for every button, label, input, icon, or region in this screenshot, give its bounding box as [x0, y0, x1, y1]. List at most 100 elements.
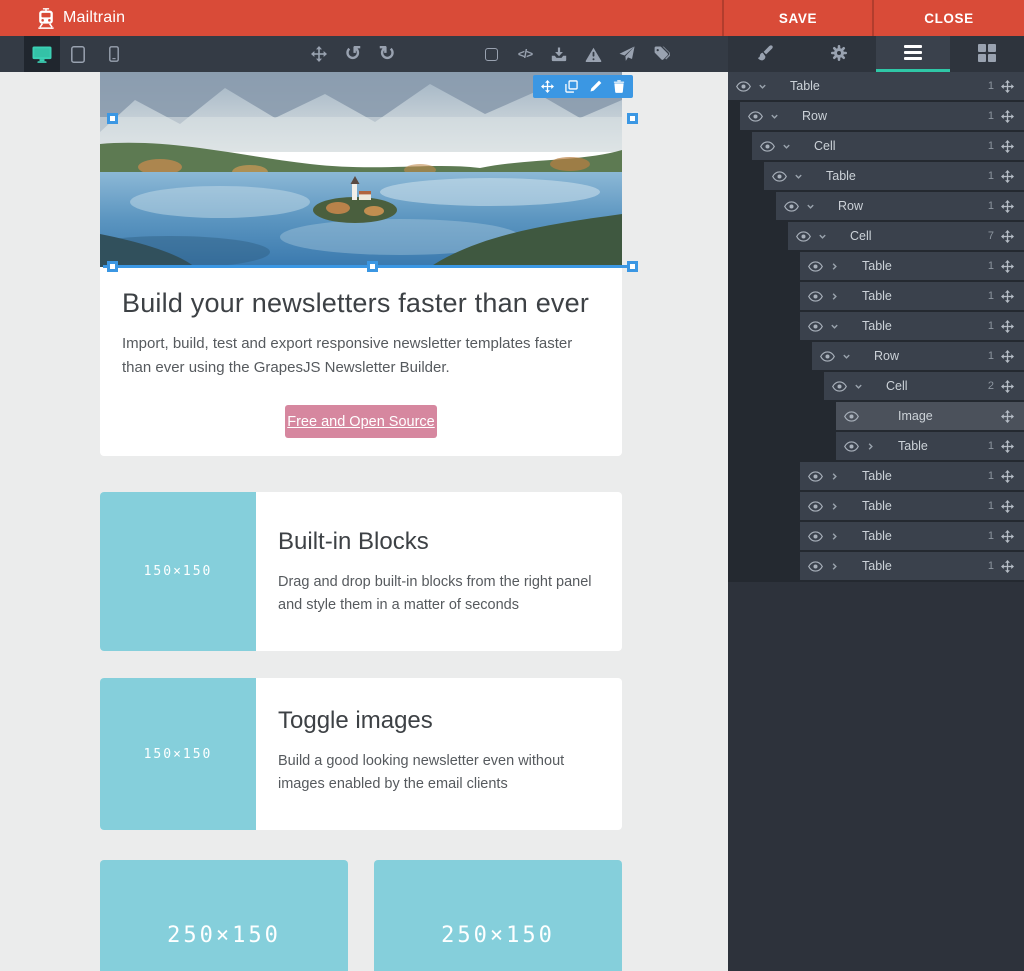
- image-placeholder-150[interactable]: 150×150: [100, 678, 256, 830]
- selection-handle-bottom-right[interactable]: [627, 261, 638, 272]
- chevron-toggle[interactable]: [830, 322, 846, 331]
- selection-move-button[interactable]: [537, 75, 557, 98]
- feature-text[interactable]: Drag and drop built-in blocks from the r…: [278, 571, 600, 617]
- selection-clone-button[interactable]: [561, 75, 581, 98]
- layer-row[interactable]: Table 1: [728, 72, 1024, 100]
- layer-row[interactable]: Table 1: [800, 462, 1024, 490]
- chevron-toggle[interactable]: [830, 502, 846, 511]
- visibility-toggle[interactable]: [808, 261, 830, 272]
- tab-settings[interactable]: [802, 36, 876, 72]
- toggle-borders-button[interactable]: [474, 36, 508, 72]
- layer-row[interactable]: Table 1: [800, 522, 1024, 550]
- image-placeholder-250[interactable]: 250×150: [100, 860, 348, 971]
- layer-row[interactable]: Cell 2: [824, 372, 1024, 400]
- selection-delete-button[interactable]: [609, 75, 629, 98]
- layer-drag-handle[interactable]: [994, 410, 1020, 423]
- layer-drag-handle[interactable]: [994, 170, 1020, 183]
- device-tablet-button[interactable]: [60, 36, 96, 72]
- import-button[interactable]: [542, 36, 576, 72]
- visibility-toggle[interactable]: [736, 81, 758, 92]
- hero-lake-image[interactable]: [100, 72, 622, 267]
- chevron-toggle[interactable]: [830, 472, 846, 481]
- free-open-source-button[interactable]: Free and Open Source: [285, 405, 437, 438]
- chevron-toggle[interactable]: [830, 262, 846, 271]
- layer-row[interactable]: Table 1: [800, 492, 1024, 520]
- layer-drag-handle[interactable]: [994, 470, 1020, 483]
- device-desktop-button[interactable]: [24, 36, 60, 72]
- selection-edit-button[interactable]: [585, 75, 605, 98]
- undo-button[interactable]: ↺: [336, 36, 370, 72]
- tab-layer-manager[interactable]: [876, 36, 950, 72]
- layer-drag-handle[interactable]: [994, 530, 1020, 543]
- layer-row[interactable]: Image: [836, 402, 1024, 430]
- feature-text[interactable]: Build a good looking newsletter even wit…: [278, 750, 600, 796]
- tab-block-manager[interactable]: [950, 36, 1024, 72]
- chevron-toggle[interactable]: [818, 232, 834, 241]
- visibility-toggle[interactable]: [772, 171, 794, 182]
- hero-heading[interactable]: Build your newsletters faster than ever: [100, 267, 622, 319]
- visibility-toggle[interactable]: [784, 201, 806, 212]
- chevron-toggle[interactable]: [830, 292, 846, 301]
- chevron-toggle[interactable]: [854, 382, 870, 391]
- layer-drag-handle[interactable]: [994, 380, 1020, 393]
- image-placeholder-150[interactable]: 150×150: [100, 492, 256, 651]
- editor-canvas[interactable]: Build your newsletters faster than ever …: [0, 72, 728, 971]
- chevron-toggle[interactable]: [830, 562, 846, 571]
- visibility-toggle[interactable]: [808, 291, 830, 302]
- feature-heading[interactable]: Built-in Blocks: [278, 528, 600, 556]
- chevron-toggle[interactable]: [842, 352, 858, 361]
- layer-row[interactable]: Row 1: [812, 342, 1024, 370]
- chevron-toggle[interactable]: [782, 142, 798, 151]
- layer-row[interactable]: Table 1: [800, 552, 1024, 580]
- warnings-button[interactable]: [576, 36, 610, 72]
- tab-style-manager[interactable]: [728, 36, 802, 72]
- layer-row[interactable]: Table 1: [764, 162, 1024, 190]
- close-button[interactable]: CLOSE: [872, 0, 1024, 36]
- merge-tags-button[interactable]: [644, 36, 678, 72]
- visibility-toggle[interactable]: [760, 141, 782, 152]
- chevron-toggle[interactable]: [830, 532, 846, 541]
- visibility-toggle[interactable]: [796, 231, 818, 242]
- chevron-toggle[interactable]: [794, 172, 810, 181]
- chevron-toggle[interactable]: [866, 442, 882, 451]
- layer-drag-handle[interactable]: [994, 560, 1020, 573]
- chevron-toggle[interactable]: [758, 82, 774, 91]
- visibility-toggle[interactable]: [808, 501, 830, 512]
- fullscreen-button[interactable]: [302, 36, 336, 72]
- layer-drag-handle[interactable]: [994, 110, 1020, 123]
- layer-drag-handle[interactable]: [994, 320, 1020, 333]
- layer-row[interactable]: Table 1: [800, 282, 1024, 310]
- visibility-toggle[interactable]: [808, 561, 830, 572]
- chevron-toggle[interactable]: [806, 202, 822, 211]
- layer-drag-handle[interactable]: [994, 200, 1020, 213]
- layer-drag-handle[interactable]: [994, 350, 1020, 363]
- visibility-toggle[interactable]: [844, 441, 866, 452]
- chevron-toggle[interactable]: [770, 112, 786, 121]
- layer-row[interactable]: Cell 1: [752, 132, 1024, 160]
- visibility-toggle[interactable]: [808, 321, 830, 332]
- feature-section-built-in-blocks[interactable]: 150×150 Built-in Blocks Drag and drop bu…: [100, 492, 622, 651]
- layer-row[interactable]: Cell 7: [788, 222, 1024, 250]
- layer-drag-handle[interactable]: [994, 80, 1020, 93]
- visibility-toggle[interactable]: [808, 531, 830, 542]
- layer-row[interactable]: Table 1: [800, 312, 1024, 340]
- image-placeholder-250[interactable]: 250×150: [374, 860, 622, 971]
- hero-paragraph[interactable]: Import, build, test and export responsiv…: [100, 319, 622, 380]
- layer-drag-handle[interactable]: [994, 440, 1020, 453]
- selection-handle-right[interactable]: [627, 113, 638, 124]
- selection-handle-left[interactable]: [107, 113, 118, 124]
- layer-row[interactable]: Row 1: [776, 192, 1024, 220]
- visibility-toggle[interactable]: [748, 111, 770, 122]
- feature-section-toggle-images[interactable]: 150×150 Toggle images Build a good looki…: [100, 678, 622, 830]
- visibility-toggle[interactable]: [820, 351, 842, 362]
- layer-row[interactable]: Table 1: [800, 252, 1024, 280]
- layer-row[interactable]: Row 1: [740, 102, 1024, 130]
- visibility-toggle[interactable]: [844, 411, 866, 422]
- layer-drag-handle[interactable]: [994, 230, 1020, 243]
- layer-drag-handle[interactable]: [994, 260, 1020, 273]
- layer-drag-handle[interactable]: [994, 500, 1020, 513]
- redo-button[interactable]: ↻: [370, 36, 404, 72]
- export-code-button[interactable]: </>: [508, 36, 542, 72]
- layer-drag-handle[interactable]: [994, 290, 1020, 303]
- send-test-button[interactable]: [610, 36, 644, 72]
